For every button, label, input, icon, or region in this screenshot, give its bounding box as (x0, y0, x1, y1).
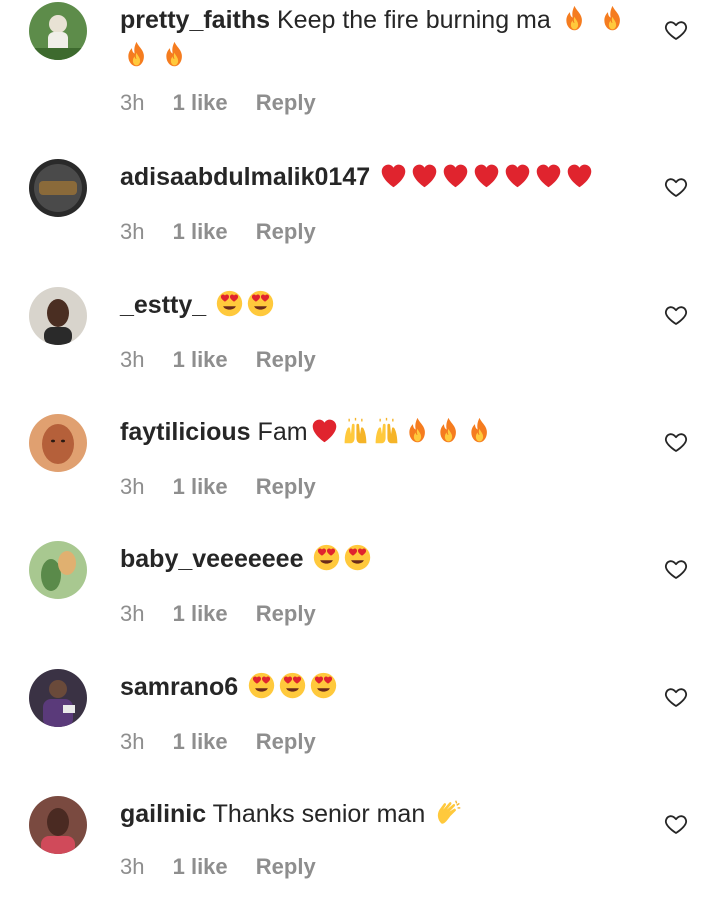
comment-username[interactable]: _estty_ (120, 291, 206, 319)
fire-icon (122, 40, 151, 69)
comment-username[interactable]: gailinic (120, 800, 206, 828)
heart-eyes-icon (215, 289, 244, 318)
comment-username[interactable]: pretty_faiths (120, 6, 270, 34)
reply-button[interactable]: Reply (256, 729, 316, 754)
comment-item: faytilicious Fam 3h 1 like Reply (0, 414, 720, 534)
comment-meta: 3h 1 like Reply (120, 219, 316, 245)
comment-meta: 3h 1 like Reply (120, 347, 316, 373)
comment-username[interactable]: baby_veeeeeee (120, 545, 303, 573)
clapping-hands-icon (434, 798, 463, 827)
avatar[interactable] (29, 414, 87, 472)
comment-timestamp: 3h (120, 601, 145, 626)
comment-likes-count[interactable]: 1 like (173, 474, 228, 499)
reply-button[interactable]: Reply (256, 601, 316, 626)
fire-icon (465, 416, 494, 445)
comment-text: Keep the fire burning ma (277, 6, 551, 34)
heart-eyes-icon (278, 671, 307, 700)
comment-item: samrano6 3h 1 like Reply (0, 669, 720, 789)
heart-eyes-icon (312, 543, 341, 572)
comment-likes-count[interactable]: 1 like (173, 219, 228, 244)
comment-meta: 3h 1 like Reply (120, 474, 316, 500)
comment-timestamp: 3h (120, 347, 145, 372)
heart-eyes-icon (309, 671, 338, 700)
comment-text-line: _estty_ (120, 287, 640, 323)
comment-meta: 3h 1 like Reply (120, 601, 316, 627)
red-heart-icon (472, 161, 501, 190)
comment-timestamp: 3h (120, 729, 145, 754)
comment-text-line: adisaabdulmalik0147 (120, 159, 640, 195)
comment-username[interactable]: faytilicious (120, 418, 251, 446)
comment-timestamp: 3h (120, 219, 145, 244)
avatar[interactable] (29, 2, 87, 60)
comment-item: _estty_ 3h 1 like Reply (0, 287, 720, 407)
comment-likes-count[interactable]: 1 like (173, 90, 228, 115)
heart-eyes-icon (246, 289, 275, 318)
avatar[interactable] (29, 541, 87, 599)
red-heart-icon (410, 161, 439, 190)
like-heart-icon[interactable] (664, 175, 688, 199)
red-heart-icon (534, 161, 563, 190)
comment-meta: 3h 1 like Reply (120, 729, 316, 755)
fire-icon (434, 416, 463, 445)
heart-eyes-icon (343, 543, 372, 572)
comment-timestamp: 3h (120, 90, 145, 115)
red-heart-icon (379, 161, 408, 190)
comment-username[interactable]: adisaabdulmalik0147 (120, 163, 370, 191)
comment-likes-count[interactable]: 1 like (173, 347, 228, 372)
fire-icon (160, 40, 189, 69)
comment-text-line: samrano6 (120, 669, 640, 705)
reply-button[interactable]: Reply (256, 347, 316, 372)
comment-item: pretty_faiths Keep the fire burning ma 3… (0, 2, 720, 122)
red-heart-icon (503, 161, 532, 190)
red-heart-icon (441, 161, 470, 190)
avatar[interactable] (29, 669, 87, 727)
reply-button[interactable]: Reply (256, 474, 316, 499)
comment-username[interactable]: samrano6 (120, 673, 238, 701)
fire-icon (598, 4, 627, 33)
heart-eyes-icon (247, 671, 276, 700)
raised-hands-icon (341, 416, 370, 445)
comment-text: Fam (257, 418, 308, 446)
comment-text-line: faytilicious Fam (120, 414, 640, 450)
reply-button[interactable]: Reply (256, 90, 316, 115)
like-heart-icon[interactable] (664, 685, 688, 709)
comment-text-line: pretty_faiths Keep the fire burning ma (120, 2, 640, 74)
comment-meta: 3h 1 like Reply (120, 854, 316, 880)
comment-timestamp: 3h (120, 854, 145, 879)
like-heart-icon[interactable] (664, 557, 688, 581)
comment-item: baby_veeeeeee 3h 1 like Reply (0, 541, 720, 661)
avatar[interactable] (29, 159, 87, 217)
reply-button[interactable]: Reply (256, 854, 316, 879)
reply-button[interactable]: Reply (256, 219, 316, 244)
comment-likes-count[interactable]: 1 like (173, 601, 228, 626)
avatar[interactable] (29, 796, 87, 854)
comment-timestamp: 3h (120, 474, 145, 499)
like-heart-icon[interactable] (664, 303, 688, 327)
comment-list: pretty_faiths Keep the fire burning ma 3… (0, 0, 720, 890)
comment-item: gailinic Thanks senior man 3h 1 like Rep… (0, 796, 720, 916)
comment-text-line: gailinic Thanks senior man (120, 796, 640, 832)
red-heart-icon (310, 416, 339, 445)
raised-hands-icon (372, 416, 401, 445)
comment-likes-count[interactable]: 1 like (173, 729, 228, 754)
comment-text: Thanks senior man (212, 800, 426, 828)
avatar[interactable] (29, 287, 87, 345)
comment-meta: 3h 1 like Reply (120, 90, 316, 116)
like-heart-icon[interactable] (664, 430, 688, 454)
like-heart-icon[interactable] (664, 812, 688, 836)
comment-text-line: baby_veeeeeee (120, 541, 640, 577)
fire-icon (560, 4, 589, 33)
red-heart-icon (565, 161, 594, 190)
like-heart-icon[interactable] (664, 18, 688, 42)
comment-likes-count[interactable]: 1 like (173, 854, 228, 879)
fire-icon (403, 416, 432, 445)
comment-item: adisaabdulmalik0147 3h 1 like Reply (0, 159, 720, 279)
